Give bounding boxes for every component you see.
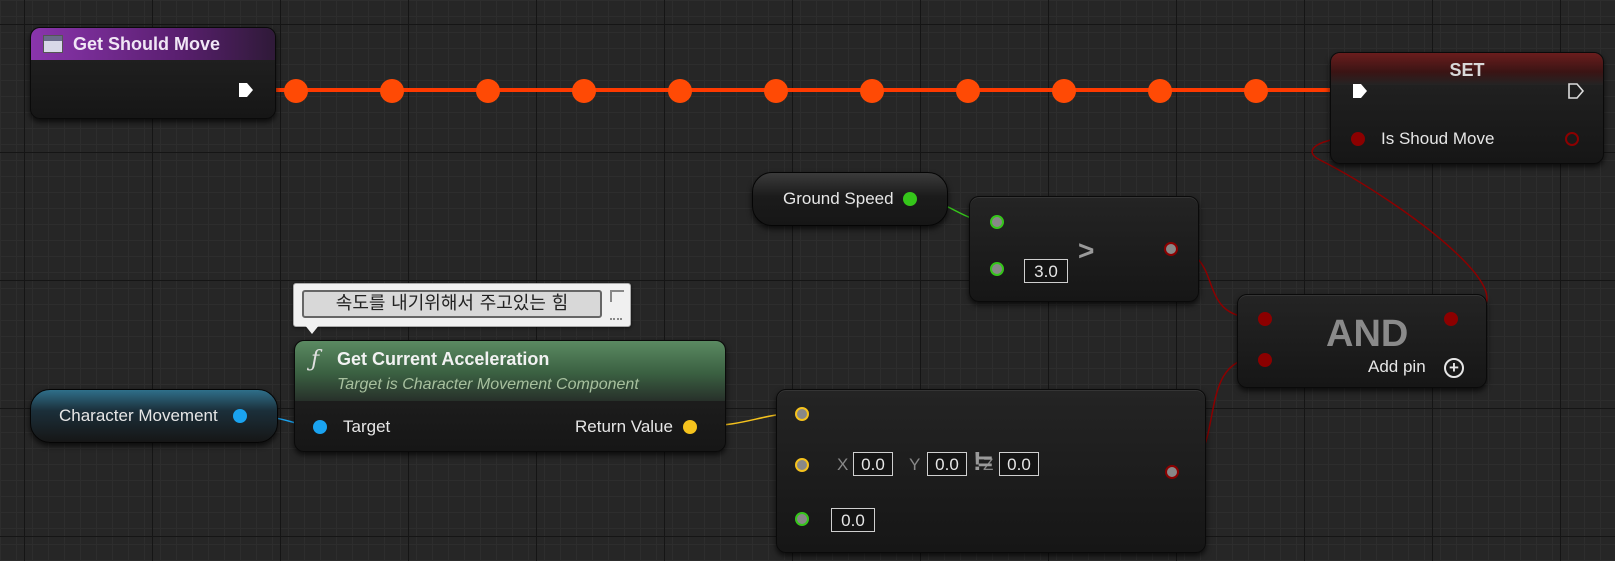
set-node[interactable]: SET Is Shoud Move — [1330, 52, 1604, 164]
node-header: SET — [1331, 53, 1603, 85]
node-title: Get Should Move — [73, 34, 221, 54]
and-node[interactable]: AND Add pin + — [1237, 294, 1487, 388]
tolerance-value-field[interactable]: 0.0 — [831, 508, 875, 532]
comment-text: 속도를 내기위해서 주고있는 힘 — [335, 293, 569, 314]
variable-label: Character Movement — [59, 406, 218, 425]
not-equal-node[interactable]: X 0.0 Y 0.0 Z != 0.0 0.0 — [776, 389, 1206, 553]
bool-in-pin-a[interactable] — [1258, 312, 1272, 326]
variable-label: Ground Speed — [783, 189, 894, 208]
exec-bubble — [380, 79, 404, 103]
x-value-field[interactable]: 0.0 — [853, 452, 893, 476]
exec-bubble — [668, 79, 692, 103]
bool-out-pin[interactable] — [1165, 465, 1179, 479]
exec-bubble — [956, 79, 980, 103]
operator-label: > — [1078, 235, 1095, 266]
function-icon: ƒ — [311, 347, 320, 372]
float-in-pin-a[interactable] — [990, 215, 1004, 229]
node-title: Get Current Acceleration — [337, 349, 550, 369]
z-value-field[interactable]: 0.0 — [999, 452, 1039, 476]
exec-bubble — [284, 79, 308, 103]
exec-bubble — [764, 79, 788, 103]
vector-out-pin[interactable] — [683, 420, 697, 434]
add-pin-icon[interactable]: + — [1444, 358, 1464, 378]
bool-in-pin[interactable] — [1351, 132, 1365, 146]
node-header: Get Should Move — [31, 28, 275, 60]
exec-wire-bubbles — [284, 79, 1268, 103]
comment-tail — [304, 324, 320, 334]
y-label: Y — [909, 455, 921, 474]
float-in-pin-b[interactable] — [990, 262, 1004, 276]
comment-bubble[interactable]: 속도를 내기위해서 주고있는 힘 — [293, 283, 631, 334]
node-title: SET — [1449, 60, 1485, 80]
exec-out-pin[interactable] — [237, 81, 255, 99]
pin-comment-icon[interactable] — [610, 290, 624, 302]
exec-bubble — [476, 79, 500, 103]
y-value-field[interactable]: 0.0 — [927, 452, 967, 476]
exec-out-pin[interactable] — [1567, 82, 1585, 100]
vector-in-pin-b[interactable] — [795, 458, 809, 472]
exec-bubble — [572, 79, 596, 103]
bool-out-pin[interactable] — [1565, 132, 1579, 146]
pin-label: Is Shoud Move — [1381, 129, 1495, 148]
comment-text-box[interactable]: 속도를 내기위해서 주고있는 힘 — [302, 290, 602, 318]
exec-bubble — [1052, 79, 1076, 103]
node-header: ƒ Get Current Acceleration Target is Cha… — [295, 341, 725, 401]
bool-out-pin[interactable] — [1444, 312, 1458, 326]
exec-bubble — [860, 79, 884, 103]
exec-bubble — [1244, 79, 1268, 103]
comment-grip-icon[interactable] — [610, 308, 622, 320]
node-title: AND — [1326, 313, 1409, 355]
node-subtitle: Target is Character Movement Component — [337, 376, 639, 393]
ground-speed-variable-node[interactable]: Ground Speed — [752, 172, 948, 226]
return-value-label: Return Value — [575, 417, 673, 436]
bool-in-pin-b[interactable] — [1258, 353, 1272, 367]
character-movement-variable-node[interactable]: Character Movement — [30, 389, 278, 443]
function-icon — [43, 35, 63, 53]
get-current-acceleration-node[interactable]: ƒ Get Current Acceleration Target is Cha… — [294, 340, 726, 452]
float-tolerance-pin[interactable] — [795, 512, 809, 526]
greater-than-node[interactable]: 3.0 > — [969, 196, 1199, 302]
exec-bubble — [1148, 79, 1172, 103]
object-out-pin[interactable] — [233, 409, 247, 423]
x-label: X — [837, 455, 849, 474]
exec-in-pin[interactable] — [1351, 82, 1369, 100]
vector-in-pin-a[interactable] — [795, 407, 809, 421]
bool-out-pin[interactable] — [1164, 242, 1178, 256]
operator-label: != — [973, 446, 993, 476]
float-out-pin[interactable] — [903, 192, 917, 206]
add-pin-label[interactable]: Add pin — [1368, 357, 1426, 377]
target-label: Target — [343, 417, 391, 436]
target-in-pin[interactable] — [313, 420, 327, 434]
function-entry-node[interactable]: Get Should Move — [30, 27, 276, 119]
b-value-field[interactable]: 3.0 — [1024, 259, 1068, 283]
